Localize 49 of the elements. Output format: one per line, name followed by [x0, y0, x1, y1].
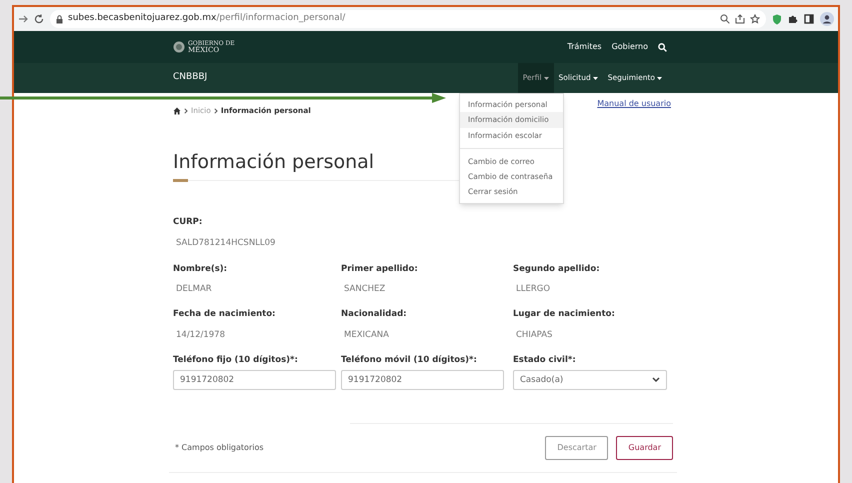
phone-field[interactable]: 9191720802	[341, 370, 504, 390]
field-value: LLERGO	[515, 283, 552, 296]
caret-icon	[657, 76, 662, 80]
manual-link[interactable]: Manual de usuario	[597, 98, 671, 110]
required-note: * Campos obligatorios	[175, 442, 264, 454]
field-value: 14/12/1978	[175, 328, 226, 342]
phone-field[interactable]: 9191720802	[173, 370, 336, 390]
header-link[interactable]: Gobierno	[612, 41, 648, 53]
field-value: DELMAR	[175, 283, 213, 296]
field-label: Teléfono móvil (10 dígitos)*:	[341, 354, 478, 366]
caret-icon	[544, 76, 549, 80]
field-label: CURP:	[173, 216, 204, 229]
field-label: Nacionalidad:	[341, 308, 408, 321]
zoom-icon[interactable]	[720, 14, 730, 24]
field-label: Nombre(s):	[173, 262, 228, 276]
lock-icon	[56, 14, 63, 24]
field-label: Lugar de nacimiento:	[513, 308, 616, 321]
search-icon[interactable]	[658, 42, 667, 52]
puzzle-icon[interactable]	[788, 14, 798, 24]
field-label: Primer apellido:	[341, 262, 419, 276]
sidebar-icon[interactable]	[804, 14, 814, 24]
field-value: CHIAPAS	[515, 328, 554, 342]
discard-button[interactable]: Descartar	[545, 436, 608, 460]
reload-icon[interactable]	[34, 14, 44, 24]
forward-icon[interactable]	[18, 14, 28, 24]
chevron-icon	[184, 108, 188, 114]
select-field[interactable]: Casado(a)	[513, 370, 667, 390]
shield-icon[interactable]	[772, 14, 782, 24]
address-bar[interactable]: subes.becasbenitojuarez.gob.mx/perfil/informacion_personal/	[50, 10, 766, 28]
star-icon[interactable]	[750, 14, 760, 24]
field-value: MEXICANA	[343, 328, 390, 342]
chevron-icon	[214, 108, 218, 114]
home-icon[interactable]	[173, 106, 181, 115]
header-link[interactable]: Trámites	[567, 41, 602, 53]
field-label: Estado civil*:	[513, 354, 577, 366]
brand-text: CNBBBJ	[173, 71, 208, 84]
chevron-icon	[652, 377, 660, 384]
save-button[interactable]: Guardar	[616, 436, 673, 460]
profile-icon[interactable]	[820, 12, 834, 26]
page-title: Información personal	[173, 151, 374, 174]
emblem-icon	[173, 41, 185, 53]
share-icon[interactable]	[735, 14, 745, 24]
field-label: Fecha de nacimiento:	[173, 308, 276, 321]
field-label: Segundo apellido:	[513, 262, 601, 276]
title-underline	[173, 179, 188, 182]
field-label: Teléfono fijo (10 dígitos)*:	[173, 354, 299, 366]
caret-icon	[592, 76, 598, 80]
field-value: SALD781214HCSNLL09	[175, 236, 276, 250]
field-value: SANCHEZ	[343, 283, 386, 296]
